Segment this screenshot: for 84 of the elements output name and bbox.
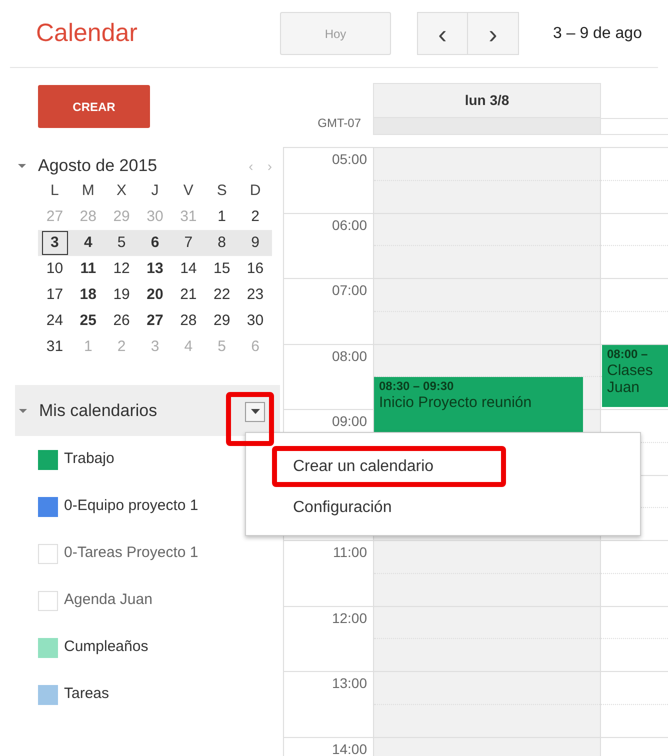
day-number[interactable]: 9 [248, 231, 262, 255]
all-day-row[interactable] [601, 118, 668, 135]
day-number[interactable]: 28 [177, 309, 200, 333]
weekday-label: V [183, 180, 194, 201]
calendar-name[interactable]: 0-Tareas Proyecto 1 [64, 542, 198, 565]
day-number[interactable]: 7 [181, 231, 196, 255]
timezone-label: GMT-07 [318, 115, 361, 132]
time-label: 08:00 [332, 348, 367, 364]
day-number[interactable]: 23 [244, 283, 267, 307]
day-number[interactable]: 10 [43, 257, 66, 281]
color-swatch[interactable] [38, 544, 58, 564]
weekday-label: X [116, 180, 127, 201]
weekday-label: L [50, 180, 59, 201]
day-number[interactable]: 2 [248, 205, 262, 229]
event-time: 08:00 – [607, 346, 649, 362]
day-number[interactable]: 27 [144, 309, 166, 333]
time-label: 11:00 [333, 544, 367, 560]
dropdown-button[interactable] [245, 402, 265, 422]
color-swatch[interactable] [38, 450, 58, 470]
day-number[interactable]: 15 [210, 257, 234, 281]
calendar-name[interactable]: 0-Equipo proyecto 1 [64, 495, 198, 518]
day-number[interactable]: 26 [110, 309, 133, 333]
day-number[interactable]: 16 [244, 257, 267, 281]
month-title: Agosto de 2015 [38, 155, 158, 178]
calendar-name[interactable]: Cumpleaños [64, 636, 148, 659]
menu-item[interactable]: Configuración [272, 487, 506, 528]
time-label: 06:00 [332, 216, 367, 232]
highlight-frame [226, 392, 274, 446]
caret-icon [19, 408, 27, 414]
day-number[interactable]: 18 [76, 283, 100, 307]
time-label: 07:00 [332, 282, 367, 298]
day-number[interactable]: 22 [210, 283, 234, 307]
day-number[interactable]: 19 [110, 283, 133, 307]
calendar-name[interactable]: Tareas [64, 683, 110, 706]
day-number[interactable]: 17 [43, 283, 66, 307]
day-number[interactable]: 30 [244, 309, 267, 333]
section-title: Mis calendarios [39, 400, 158, 422]
calendar-name[interactable]: Agenda Juan [64, 589, 152, 612]
day-number[interactable]: 8 [214, 231, 230, 255]
day-number[interactable]: 3 [42, 231, 68, 255]
time-label: 13:00 [332, 675, 367, 691]
day-number[interactable]: 20 [144, 283, 166, 307]
day-number[interactable]: 13 [144, 257, 166, 281]
time-label: 12:00 [332, 610, 367, 626]
color-swatch[interactable] [38, 684, 58, 704]
create-button[interactable]: CREAR [38, 85, 150, 128]
menu-item[interactable]: Crear un calendario [272, 446, 506, 487]
date-range: 3 – 9 de ago [553, 24, 642, 44]
all-day-row[interactable] [373, 118, 601, 135]
day-number[interactable]: 25 [76, 309, 100, 333]
time-label: 05:00 [332, 151, 367, 167]
weekday-label: J [151, 180, 159, 201]
day-header[interactable]: lun 3/8 [373, 83, 601, 118]
day-number[interactable]: 31 [43, 335, 66, 359]
time-label: 09:00 [332, 413, 367, 429]
weekday-label: S [216, 180, 227, 201]
day-number[interactable]: 1 [214, 205, 230, 229]
day-number[interactable]: 4 [80, 231, 96, 255]
section-header[interactable]: Mis calendarios [15, 385, 280, 436]
color-swatch[interactable] [38, 590, 58, 610]
day-number[interactable]: 21 [177, 283, 200, 307]
caret-icon [250, 409, 260, 415]
day-number[interactable]: 6 [148, 231, 162, 255]
calendar-name[interactable]: Trabajo [64, 448, 114, 471]
caret-icon [18, 163, 26, 169]
day-number[interactable]: 29 [210, 309, 234, 333]
event-title: Inicio Proyecto reunión [379, 394, 533, 412]
color-swatch[interactable] [38, 496, 58, 516]
event-time: 08:30 – 09:30 [379, 379, 455, 394]
previous-button[interactable]: ‹ [417, 12, 468, 55]
next-button[interactable]: › [468, 12, 519, 55]
event-block[interactable]: 08:00 – Clases Juan [602, 344, 668, 407]
day-number[interactable]: 5 [114, 231, 129, 255]
weekday-label: M [82, 180, 94, 201]
color-swatch[interactable] [38, 638, 58, 658]
weekday-label: D [250, 180, 261, 201]
day-number[interactable]: 12 [110, 257, 133, 281]
event-block[interactable]: 08:30 – 09:30 Inicio Proyecto reunión [374, 377, 583, 434]
day-number[interactable]: 11 [77, 257, 100, 281]
day-number[interactable]: 24 [43, 309, 66, 333]
app-title: Calendar [36, 18, 138, 49]
event-title: Clases Juan [607, 362, 654, 396]
time-label: 14:00 [332, 740, 367, 756]
day-number[interactable]: 14 [177, 257, 200, 281]
